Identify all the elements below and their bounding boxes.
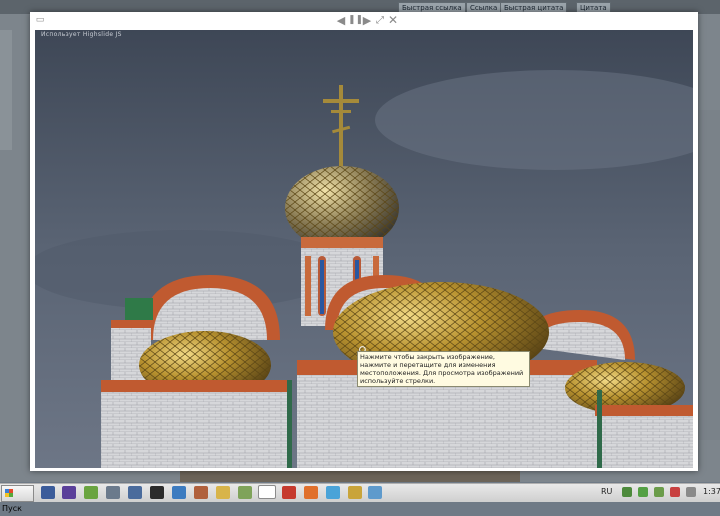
taskbar-app-terminal-icon[interactable] [150,486,164,499]
tray-security-icon[interactable] [670,487,680,497]
taskbar-app-viber-icon[interactable] [62,486,76,499]
image-viewer[interactable]: ▭ ◀ ❚❚ ▶ ⤢ ✕ Использует Highslide JS Наж… [30,12,698,471]
taskbar-app-viewer-icon[interactable] [368,486,382,499]
window-icon: ▭ [35,15,45,25]
viewer-toolbar: ▭ ◀ ❚❚ ▶ ⤢ ✕ [30,12,698,30]
tray-battery-icon[interactable] [638,487,648,497]
start-button[interactable]: Пуск [1,485,34,513]
church-image [35,30,693,468]
close-icon[interactable]: ✕ [387,14,399,27]
taskbar-app-chrome-icon[interactable] [258,485,276,499]
taskbar-app-tools-icon[interactable] [216,486,230,499]
start-label: Пуск [2,504,22,513]
taskbar: Пуск RU 1:37 [0,483,720,513]
church-photo[interactable]: Использует Highslide JS ⚲ Нажмите чтобы … [35,30,693,468]
resize-icon[interactable]: ⤢ [374,14,386,27]
taskbar-app-editor-icon[interactable] [348,486,362,499]
tray-app-icon[interactable] [654,487,664,497]
language-indicator[interactable]: RU [601,487,612,496]
taskbar-app-browser-icon[interactable] [326,486,340,499]
windows-logo-icon [5,489,13,497]
taskbar-app-media-icon[interactable] [84,486,98,499]
pause-icon[interactable]: ❚❚ [348,14,363,27]
background-bottom-strip [180,470,520,482]
background-left-panel [0,30,12,150]
taskbar-app-ie-icon[interactable] [41,486,55,499]
taskbar-app-paint-icon[interactable] [194,486,208,499]
taskbar-app-firefox-icon[interactable] [304,486,318,499]
taskbar-app-opera-icon[interactable] [282,486,296,499]
back-arrow-icon[interactable]: ◀ [335,14,347,27]
taskbar-app-update-icon[interactable] [172,486,186,499]
highslide-credit[interactable]: Использует Highslide JS [41,31,122,38]
taskbar-app-notes-icon[interactable] [238,486,252,499]
background-right-panel [696,110,720,440]
tray-network-icon[interactable] [622,487,632,497]
taskbar-app-camera-icon[interactable] [128,486,142,499]
system-clock: 1:37 [703,487,720,496]
taskbar-app-explorer-icon[interactable] [106,486,120,499]
viewer-tooltip: Нажмите чтобы закрыть изображение, нажми… [357,351,530,387]
tray-volume-icon[interactable] [686,487,696,497]
forward-arrow-icon[interactable]: ▶ [361,14,373,27]
